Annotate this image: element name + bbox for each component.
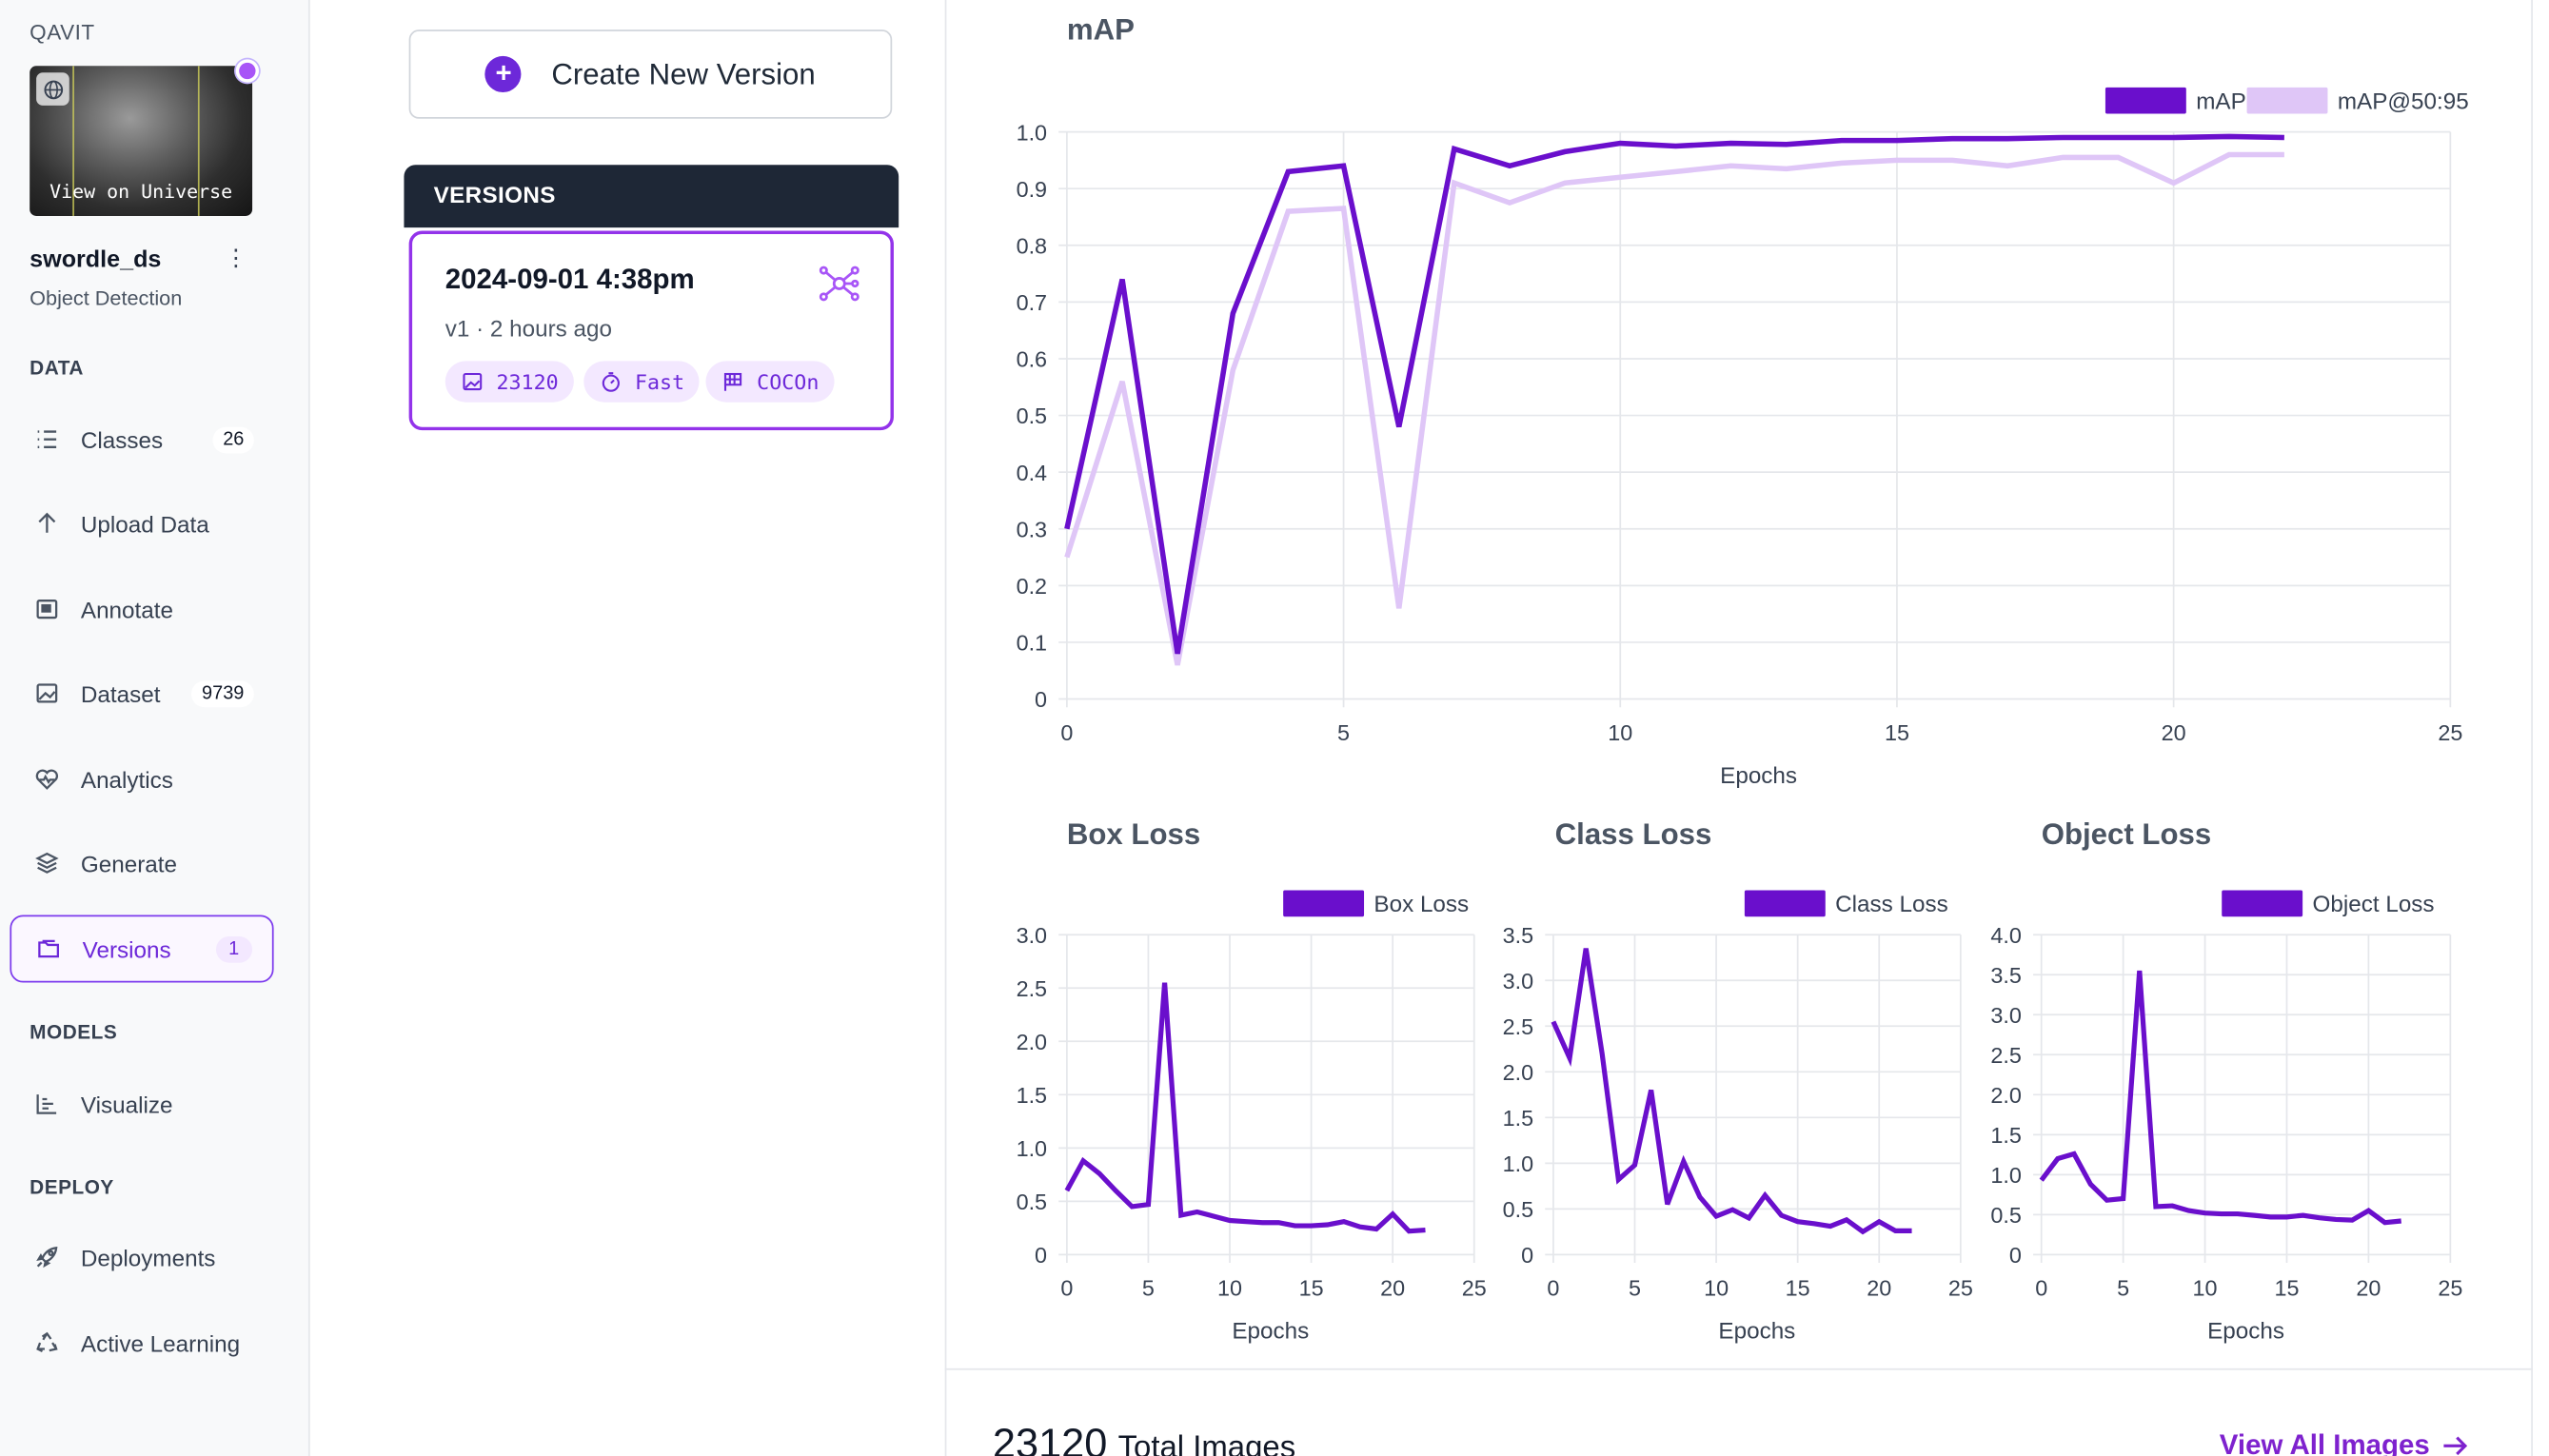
globe-icon [36, 72, 69, 106]
sidebar-item-analytics[interactable]: Analytics [10, 745, 273, 813]
list-icon [33, 426, 60, 453]
project-thumbnail[interactable]: View on Universe [30, 66, 253, 216]
image-count-value: 23120 [496, 369, 559, 395]
sidebar-item-label: Dataset [80, 679, 161, 707]
annotate-icon [33, 596, 60, 622]
version-date: 2024-09-01 4:38pm [445, 264, 695, 296]
project-type: Object Detection [30, 286, 183, 310]
view-all-images-link[interactable]: View All Images [2220, 1429, 2470, 1456]
stopwatch-icon [599, 370, 622, 393]
status-dot [235, 59, 259, 83]
versions-header: VERSIONS [404, 165, 899, 228]
chart-icon [33, 1091, 60, 1117]
format-chip: COCOn [705, 361, 834, 403]
version-card[interactable]: 2024-09-01 4:38pm v1 · 2 hours ago 23120… [408, 230, 894, 431]
total-images-count: 23120 [992, 1421, 1108, 1456]
layers-icon [33, 850, 60, 876]
metrics-panel [944, 0, 2533, 1456]
section-models: MODELS [30, 1020, 118, 1044]
sidebar: QAVIT View on Universe swordle_ds ⋮ Obje… [0, 0, 310, 1456]
sidebar-item-visualize[interactable]: Visualize [10, 1070, 273, 1137]
format-value: COCOn [757, 369, 820, 395]
workspace-name[interactable]: QAVIT [30, 20, 95, 45]
project-name: swordle_ds [30, 246, 162, 274]
sidebar-item-label: Annotate [80, 596, 174, 622]
recycle-icon [33, 1329, 60, 1356]
section-deploy: DEPLOY [30, 1175, 114, 1199]
sidebar-item-annotate[interactable]: Annotate [10, 576, 273, 643]
sidebar-item-versions[interactable]: Versions 1 [10, 915, 274, 983]
create-new-version-label: Create New Version [551, 56, 816, 90]
chart-title-class-loss: Class Loss [1554, 817, 1712, 851]
chart-title-box-loss: Box Loss [1066, 817, 1201, 851]
sidebar-item-label: Classes [80, 425, 164, 453]
sidebar-item-label: Upload Data [80, 510, 209, 537]
speed-chip: Fast [583, 361, 700, 403]
sidebar-item-label: Deployments [80, 1244, 216, 1270]
sidebar-item-label: Visualize [80, 1090, 173, 1117]
sidebar-item-dataset[interactable]: Dataset 9739 [10, 659, 273, 727]
image-count-chip: 23120 [445, 361, 574, 403]
arrow-right-icon [2442, 1436, 2467, 1456]
image-icon [33, 680, 60, 707]
sidebar-item-label: Analytics [80, 765, 173, 793]
sidebar-item-active-learning[interactable]: Active Learning [10, 1309, 273, 1377]
image-icon [460, 370, 483, 393]
sidebar-item-classes[interactable]: Classes 26 [10, 405, 273, 473]
rocket-icon [33, 1244, 60, 1270]
view-all-images-label: View All Images [2219, 1428, 2430, 1456]
sidebar-item-generate[interactable]: Generate [10, 829, 273, 896]
sidebar-item-label: Versions [82, 935, 171, 962]
classes-count-badge: 26 [212, 425, 254, 453]
model-graph-icon[interactable] [818, 264, 860, 304]
folder-icon [34, 935, 61, 962]
heart-pulse-icon [33, 766, 60, 793]
total-images-label: Total Images [1117, 1430, 1296, 1456]
versions-count-badge: 1 [215, 935, 253, 962]
upload-arrow-icon [33, 510, 60, 537]
section-data: DATA [30, 356, 84, 380]
sidebar-item-deployments[interactable]: Deployments [10, 1223, 273, 1290]
divider [944, 1367, 2533, 1370]
chart-title-map: mAP [1066, 12, 1135, 47]
dataset-count-badge: 9739 [191, 679, 254, 707]
kebab-menu-icon[interactable]: ⋮ [225, 244, 247, 273]
sidebar-item-label: Active Learning [80, 1329, 241, 1356]
flag-icon [721, 370, 743, 393]
version-subtitle: v1 · 2 hours ago [445, 314, 613, 342]
sidebar-item-upload-data[interactable]: Upload Data [10, 490, 273, 558]
view-on-universe-link[interactable]: View on Universe [30, 180, 252, 203]
create-new-version-button[interactable]: + Create New Version [408, 30, 893, 119]
speed-value: Fast [634, 369, 685, 395]
plus-icon: + [485, 55, 523, 93]
sidebar-item-label: Generate [80, 850, 178, 876]
chart-title-object-loss: Object Loss [2041, 817, 2212, 851]
